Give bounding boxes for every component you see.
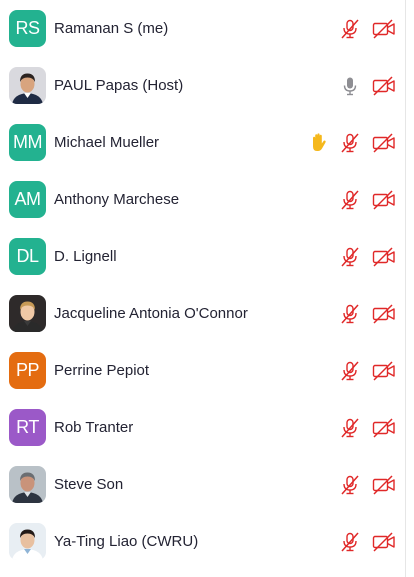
participant-row[interactable]: MM Michael Mueller — [0, 114, 405, 171]
participant-name: Anthony Marchese — [54, 191, 180, 208]
video-off-icon[interactable] — [372, 247, 396, 267]
participant-row[interactable]: PAUL Papas (Host) — [0, 57, 405, 114]
video-off-icon[interactable] — [372, 475, 396, 495]
mic-muted-icon[interactable] — [339, 189, 361, 211]
avatar-initials: RT — [16, 417, 39, 437]
avatar-initials: AM — [14, 189, 42, 209]
avatar-initials: MM — [13, 132, 43, 152]
participant-row[interactable]: DL D. Lignell — [0, 228, 405, 285]
participant-name: Perrine Pepiot — [54, 362, 150, 379]
mic-icon[interactable] — [339, 75, 361, 97]
video-off-icon[interactable] — [372, 532, 396, 552]
participant-name: Rob Tranter — [54, 419, 134, 436]
participant-row[interactable]: Ya-Ting Liao (CWRU) — [0, 513, 405, 570]
participant-name: Michael Mueller — [54, 134, 160, 151]
avatar-initials: DL — [16, 246, 39, 266]
participant-name: Ya-Ting Liao (CWRU) — [54, 533, 199, 550]
video-off-icon[interactable] — [372, 190, 396, 210]
participant-name: Steve Son — [54, 476, 124, 493]
mic-muted-icon[interactable] — [339, 303, 361, 325]
participant-row[interactable]: Steve Son — [0, 456, 405, 513]
mic-muted-icon[interactable] — [339, 360, 361, 382]
participant-name: Jacqueline Antonia O'Connor — [54, 305, 248, 322]
mic-muted-icon[interactable] — [339, 246, 361, 268]
avatar: RT — [9, 409, 46, 446]
video-off-icon[interactable] — [372, 361, 396, 381]
participant-row[interactable]: AM Anthony Marchese — [0, 171, 405, 228]
video-off-icon[interactable] — [372, 133, 396, 153]
participant-row[interactable]: PP Perrine Pepiot — [0, 342, 405, 399]
participant-row[interactable]: RS Ramanan S (me) — [0, 0, 405, 57]
avatar-initials: RS — [15, 18, 40, 38]
avatar — [9, 523, 46, 560]
scrollbar-track[interactable] — [405, 0, 414, 577]
avatar: MM — [9, 124, 46, 161]
participant-row[interactable]: Jacqueline Antonia O'Connor — [0, 285, 405, 342]
mic-muted-icon[interactable] — [339, 132, 361, 154]
video-off-icon[interactable] — [372, 19, 396, 39]
avatar: DL — [9, 238, 46, 275]
avatar-initials: PP — [15, 360, 40, 380]
mic-muted-icon[interactable] — [339, 18, 361, 40]
avatar — [9, 67, 46, 104]
avatar: PP — [9, 352, 46, 389]
avatar — [9, 466, 46, 503]
raised-hand-icon — [307, 131, 329, 153]
video-off-icon[interactable] — [372, 304, 396, 324]
avatar: AM — [9, 181, 46, 218]
avatar: RS — [9, 10, 46, 47]
participant-name: PAUL Papas (Host) — [54, 77, 184, 94]
participant-name: D. Lignell — [54, 248, 117, 265]
avatar — [9, 295, 46, 332]
participants-panel: RS Ramanan S (me) PAUL Papas (Host) MM Micha… — [0, 0, 405, 577]
mic-muted-icon[interactable] — [339, 531, 361, 553]
participant-name: Ramanan S (me) — [54, 20, 169, 37]
video-off-icon[interactable] — [372, 418, 396, 438]
mic-muted-icon[interactable] — [339, 474, 361, 496]
video-off-icon[interactable] — [372, 76, 396, 96]
participant-row[interactable]: RT Rob Tranter — [0, 399, 405, 456]
mic-muted-icon[interactable] — [339, 417, 361, 439]
